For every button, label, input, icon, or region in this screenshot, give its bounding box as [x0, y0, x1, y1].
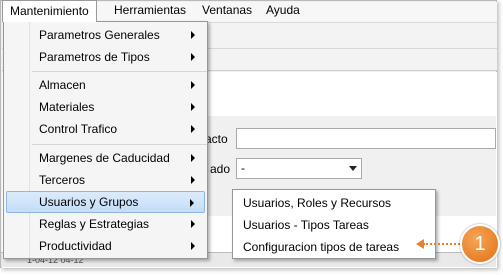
state-select-value: -: [241, 161, 245, 175]
menu-item-label: Productividad: [39, 239, 112, 253]
menu-ayuda[interactable]: Ayuda: [259, 0, 307, 21]
menu-separator: [32, 71, 207, 72]
menu-ventanas[interactable]: Ventanas: [195, 0, 259, 21]
chevron-right-icon: [191, 220, 195, 228]
menu-item-label: Reglas y Estrategias: [39, 217, 150, 231]
chevron-right-icon: [191, 31, 195, 39]
menu-item-margenes-caducidad[interactable]: Margenes de Caducidad: [6, 147, 205, 169]
chevron-right-icon: [191, 103, 195, 111]
callout-number-badge: 1: [460, 224, 500, 264]
chevron-right-icon: [191, 154, 195, 162]
submenu-item-usuarios-tipos-tareas[interactable]: Usuarios - Tipos Tareas: [243, 215, 369, 235]
chevron-right-icon: [190, 199, 194, 207]
menu-item-almacen[interactable]: Almacen: [6, 74, 205, 96]
submenu-item-usuarios-roles-recursos[interactable]: Usuarios, Roles y Recursos: [243, 193, 391, 213]
menu-item-control-trafico[interactable]: Control Trafico: [6, 118, 205, 140]
usuarios-grupos-submenu: Usuarios, Roles y Recursos Usuarios - Ti…: [232, 189, 436, 259]
menu-item-label: Terceros: [39, 173, 86, 187]
menu-item-usuarios-grupos[interactable]: Usuarios y Grupos: [6, 191, 205, 213]
menu-item-reglas-estrategias[interactable]: Reglas y Estrategias: [6, 213, 205, 235]
menu-item-label: Parametros Generales: [39, 28, 160, 42]
mantenimiento-dropdown: Parametros Generales Parametros de Tipos…: [3, 21, 208, 259]
menu-item-label: Parametros de Tipos: [39, 50, 150, 64]
chevron-right-icon: [191, 81, 195, 89]
menu-item-label: Control Trafico: [39, 122, 118, 136]
menu-item-label: Usuarios y Grupos: [39, 195, 139, 209]
menu-mantenimiento[interactable]: Mantenimiento: [2, 0, 97, 22]
chevron-right-icon: [191, 176, 195, 184]
menu-item-productividad[interactable]: Productividad: [6, 235, 205, 257]
chevron-right-icon: [191, 125, 195, 133]
chevron-right-icon: [191, 53, 195, 61]
contact-field-label: acto: [205, 132, 228, 146]
submenu-item-configuracion-tipos-tareas[interactable]: Configuracion tipos de tareas: [243, 237, 399, 257]
menu-separator: [32, 144, 207, 145]
chevron-down-icon: [349, 166, 357, 171]
menu-item-parametros-generales[interactable]: Parametros Generales: [6, 24, 205, 46]
callout-pointer-line: [423, 243, 463, 245]
menu-item-label: Almacen: [39, 78, 86, 92]
menu-herramientas[interactable]: Herramientas: [107, 0, 193, 21]
menu-item-label: Margenes de Caducidad: [39, 151, 170, 165]
chevron-right-icon: [191, 242, 195, 250]
state-field-label: ado: [210, 162, 231, 176]
menu-item-parametros-tipos[interactable]: Parametros de Tipos: [6, 46, 205, 68]
menu-item-label: Materiales: [39, 100, 95, 114]
state-select[interactable]: -: [236, 158, 362, 179]
menu-item-terceros[interactable]: Terceros: [6, 169, 205, 191]
contact-input[interactable]: [236, 128, 496, 149]
menu-item-materiales[interactable]: Materiales: [6, 96, 205, 118]
